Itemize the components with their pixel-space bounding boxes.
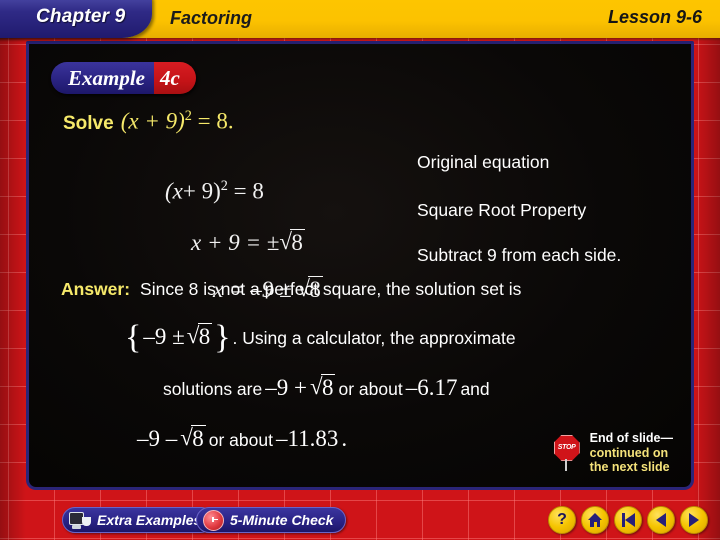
example-badge-number: 4c: [154, 62, 196, 94]
answer-row: Answer: Since 8 is not a perfect square,…: [61, 279, 521, 300]
line3-radicand: 8: [320, 374, 336, 400]
answer-line-4: –9 – 8 or about –11.83 .: [137, 425, 347, 452]
clock-minute-hand: [212, 518, 218, 520]
home-button[interactable]: [581, 506, 609, 534]
solution-set-radicand: 8: [197, 323, 213, 349]
end-of-slide-line-3: the next slide: [589, 460, 670, 475]
help-button[interactable]: ?: [548, 506, 576, 534]
end-of-slide-text: End of slide— continued on the next slid…: [590, 431, 673, 475]
step-equation-2: x + 9 = ± 8: [191, 229, 305, 256]
extra-examples-label: Extra Examples: [97, 512, 202, 528]
step1-plus: + 9): [182, 178, 221, 204]
monitor-icon: [69, 511, 91, 530]
step-annotation-1: Original equation: [417, 152, 550, 172]
slide-root: Example 4c Solve (x + 9)2 = 8. (x+ 9)2 =…: [0, 0, 720, 540]
answer-line-1: Since 8 is not a perfect square, the sol…: [140, 279, 522, 299]
line3-end: and: [460, 379, 490, 399]
stop-sign-octagon: STOP: [553, 434, 580, 461]
step1-tail: = 8: [233, 178, 264, 204]
stop-sign-icon: STOP: [552, 434, 582, 471]
line3-value: –6.17: [405, 375, 458, 400]
solution-brace-close: }: [214, 319, 231, 356]
solution-set-radical: 8: [187, 323, 213, 350]
line4-value: –11.83: [275, 426, 339, 451]
example-badge-word: Example: [51, 62, 154, 94]
answer-label: Answer:: [61, 279, 131, 299]
line3-expr-lead: –9 +: [265, 375, 307, 400]
solve-line: Solve (x + 9)2 = 8.: [63, 108, 234, 135]
five-minute-check-button[interactable]: 5-Minute Check: [196, 507, 347, 533]
line4-end: .: [341, 426, 348, 451]
solve-equation: (x + 9)2 = 8.: [121, 108, 234, 135]
clock-icon: [203, 509, 224, 531]
step2-radical: 8: [279, 229, 305, 256]
home-icon: [587, 513, 603, 527]
line3-lead: solutions are: [163, 379, 263, 399]
answer-line-2: { –9 ± 8 } . Using a calculator, the app…: [125, 319, 516, 356]
solution-brace-open: {: [125, 319, 142, 356]
solution-set-lead: –9 ±: [143, 324, 185, 349]
end-of-slide-notice: STOP End of slide— continued on the next…: [552, 431, 673, 475]
header-bar-shadow: [0, 38, 720, 41]
skip-back-icon: [621, 513, 635, 527]
skip-back-triangle: [624, 513, 635, 527]
solve-eq-tail: = 8.: [197, 108, 234, 134]
line4-radicand: 8: [191, 425, 206, 451]
step2-lead: x + 9 = ±: [191, 230, 280, 255]
question-mark-icon: ?: [557, 511, 567, 528]
line3-radical: 8: [310, 374, 336, 401]
line4-mid: or about: [208, 430, 273, 450]
line4-radical: 8: [180, 425, 206, 452]
example-badge: Example 4c: [51, 62, 196, 94]
step-annotation-3: Subtract 9 from each side.: [417, 245, 622, 265]
content-panel: Example 4c Solve (x + 9)2 = 8. (x+ 9)2 =…: [26, 41, 694, 490]
solve-eq-exponent: 2: [184, 108, 192, 124]
answer-line-3: solutions are –9 + 8 or about –6.17 and: [163, 374, 490, 401]
monitor-base: [72, 524, 81, 529]
line4-expr-lead: –9 –: [137, 426, 178, 451]
cup-icon: [82, 516, 91, 526]
skip-back-button[interactable]: [614, 506, 642, 534]
previous-icon: [656, 513, 666, 527]
answer-line-2-tail: . Using a calculator, the approximate: [232, 328, 516, 348]
solve-eq-lead: (x + 9): [120, 108, 185, 134]
previous-button[interactable]: [647, 506, 675, 534]
solve-label: Solve: [63, 112, 114, 134]
end-of-slide-line-2: continued on: [589, 445, 669, 460]
step-equation-1: (x+ 9)2 = 8: [165, 178, 264, 205]
step1-lead: (x: [165, 178, 183, 204]
line3-mid: or about: [338, 379, 403, 399]
lesson-label: Lesson 9-6: [607, 7, 702, 27]
next-icon: [689, 513, 699, 527]
end-of-slide-line-1: End of slide—: [589, 430, 673, 445]
extra-examples-button[interactable]: Extra Examples: [62, 507, 215, 533]
step2-radicand: 8: [290, 229, 305, 255]
next-button[interactable]: [680, 506, 708, 534]
stop-sign-label: STOP: [557, 444, 576, 452]
stop-sign-pole: [564, 458, 567, 471]
chapter-label: Chapter 9: [36, 6, 126, 27]
step-annotation-2: Square Root Property: [417, 200, 587, 220]
topic-label: Factoring: [170, 8, 253, 28]
step1-exponent: 2: [220, 178, 228, 194]
home-door: [593, 522, 597, 527]
five-minute-check-label: 5-Minute Check: [230, 512, 334, 528]
